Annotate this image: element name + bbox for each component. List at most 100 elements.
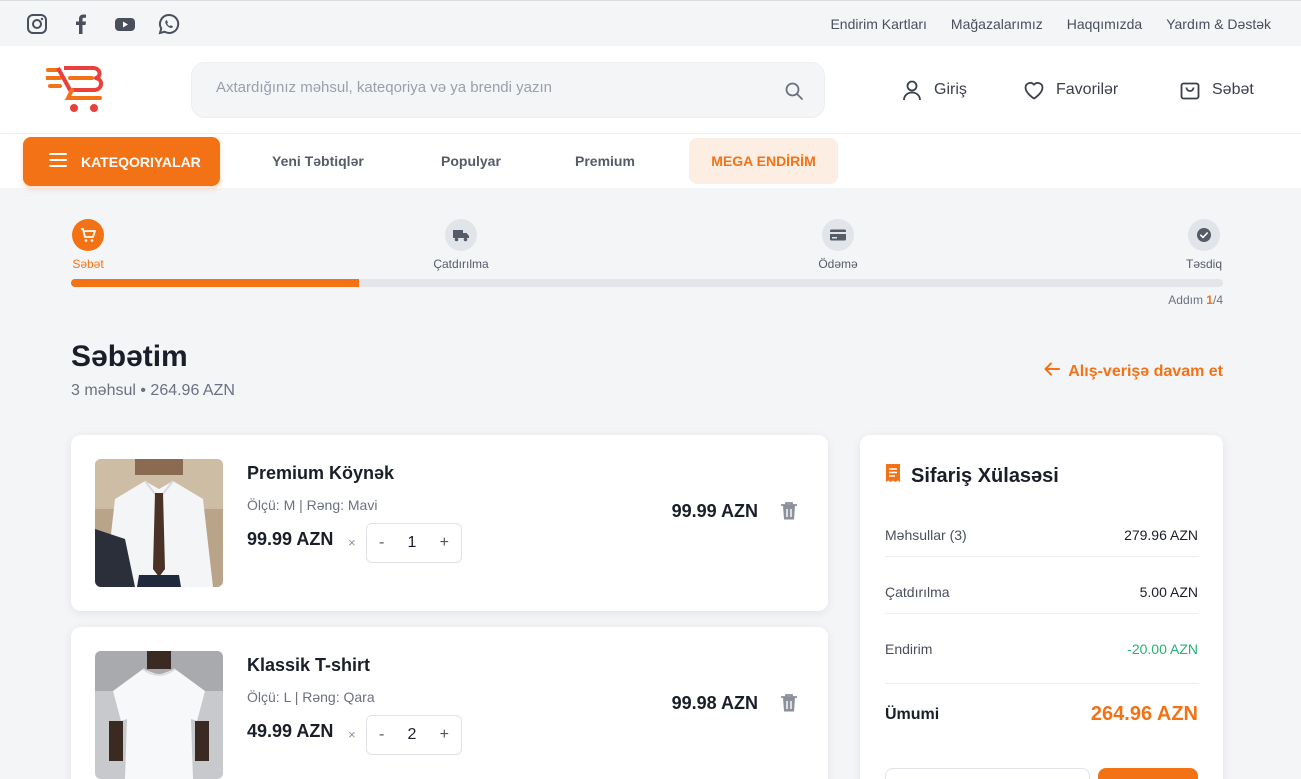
product-name[interactable]: Klassik T-shirt	[247, 655, 370, 676]
link-stores[interactable]: Mağazalarımız	[951, 16, 1043, 32]
menu-icon	[49, 153, 67, 170]
user-icon	[900, 78, 924, 102]
summary-label: Çatdırılma	[885, 584, 950, 600]
step-counter-label: Addım	[1168, 293, 1207, 307]
quantity-stepper: - 2 +	[366, 715, 462, 755]
item-total: 99.99 AZN	[671, 501, 758, 521]
summary-value: -20.00 AZN	[1127, 641, 1198, 657]
nav-new-arrivals[interactable]: Yeni Təbtiqlər	[272, 153, 364, 169]
favorites-label: Favorilər	[1056, 81, 1119, 98]
search-input[interactable]	[216, 79, 756, 96]
cart-label: Səbət	[1212, 81, 1254, 98]
header: Giriş Favorilər Səbət	[0, 46, 1301, 134]
step-counter-total: /4	[1212, 293, 1223, 307]
main-nav: KATEQORIYALAR Yeni Təbtiqlər Populyar Pr…	[0, 134, 1301, 188]
quantity-value[interactable]: 1	[408, 534, 417, 552]
cart-item: Klassik T-shirt Ölçü: L | Rəng: Qara 49.…	[71, 627, 828, 779]
receipt-icon	[885, 463, 901, 489]
decrease-button[interactable]: -	[379, 534, 384, 552]
continue-label: Alış-verişə davam et	[1068, 362, 1223, 380]
youtube-icon[interactable]	[114, 13, 136, 35]
logo[interactable]	[44, 64, 108, 116]
trash-icon[interactable]	[780, 693, 798, 713]
cart-subtitle: 3 məhsul • 264.96 AZN	[71, 382, 235, 399]
nav-popular[interactable]: Populyar	[441, 153, 501, 169]
summary-row-products: Məhsullar (3) 279.96 AZN	[885, 527, 1198, 543]
summary-title: Sifariş Xülasəsi	[885, 463, 1059, 489]
progress-fill	[71, 279, 359, 287]
product-image-tshirt[interactable]	[95, 651, 223, 779]
divider	[885, 683, 1198, 684]
step-counter: Addım 1/4	[1168, 293, 1223, 307]
product-name[interactable]: Premium Köynək	[247, 463, 394, 484]
whatsapp-icon[interactable]	[158, 13, 180, 35]
top-bar: Endirim Kartları Mağazalarımız Haqqımızd…	[0, 0, 1301, 46]
quantity-value[interactable]: 2	[408, 726, 417, 744]
product-image-shirt[interactable]	[95, 459, 223, 587]
truck-icon	[445, 219, 477, 251]
nav-premium[interactable]: Premium	[575, 153, 635, 169]
trash-icon[interactable]	[780, 501, 798, 521]
step-label: Səbət	[72, 257, 104, 271]
instagram-icon[interactable]	[26, 13, 48, 35]
promo-code-input[interactable]	[885, 768, 1090, 779]
checkout-button[interactable]	[1098, 768, 1198, 779]
product-meta: Ölçü: M | Rəng: Mavi	[247, 497, 378, 513]
cart-button[interactable]: Səbət	[1178, 78, 1254, 102]
page-title: Səbətim	[71, 340, 188, 373]
summary-row-discount: Endirim -20.00 AZN	[885, 641, 1198, 657]
divider	[885, 556, 1198, 557]
total-value: 264.96 AZN	[1090, 703, 1198, 725]
facebook-icon[interactable]	[70, 13, 92, 35]
continue-shopping-link[interactable]: Alış-verişə davam et	[1044, 362, 1223, 381]
product-meta: Ölçü: L | Rəng: Qara	[247, 689, 375, 705]
heart-icon	[1022, 78, 1046, 102]
search-box	[191, 62, 825, 118]
summary-row-total: Ümumi 264.96 AZN	[885, 703, 1198, 726]
favorites-button[interactable]: Favorilər	[1022, 78, 1118, 102]
cart-item: Premium Köynək Ölçü: M | Rəng: Mavi 99.9…	[71, 435, 828, 611]
increase-button[interactable]: +	[440, 726, 449, 744]
step-label: Təsdiq	[1185, 257, 1223, 271]
arrow-left-icon	[1044, 362, 1061, 381]
link-discount-cards[interactable]: Endirim Kartları	[830, 16, 926, 32]
credit-card-icon	[822, 219, 854, 251]
step-label: Çatdırılma	[433, 257, 489, 271]
progress-bar	[71, 279, 1223, 287]
product-price: 99.99 AZN	[247, 529, 334, 549]
summary-row-delivery: Çatdırılma 5.00 AZN	[885, 584, 1198, 600]
times-sign: ×	[348, 727, 356, 742]
order-summary: Sifariş Xülasəsi Məhsullar (3) 279.96 AZ…	[860, 435, 1223, 779]
item-total: 99.98 AZN	[671, 693, 758, 713]
total-label: Ümumi	[885, 705, 940, 723]
increase-button[interactable]: +	[440, 534, 449, 552]
step-delivery: Çatdırılma	[421, 219, 501, 271]
nav-mega-sale[interactable]: MEGA ENDİRİM	[689, 138, 838, 184]
search-icon[interactable]	[784, 81, 804, 101]
step-label: Ödəmə	[818, 257, 858, 271]
step-payment: Ödəmə	[808, 219, 868, 271]
quantity-stepper: - 1 +	[366, 523, 462, 563]
product-price: 49.99 AZN	[247, 721, 334, 741]
divider	[885, 613, 1198, 614]
step-cart: Səbət	[63, 219, 113, 271]
summary-value: 5.00 AZN	[1139, 584, 1198, 600]
decrease-button[interactable]: -	[379, 726, 384, 744]
step-confirm: Təsdiq	[1181, 219, 1227, 271]
step-counter-current: 1	[1206, 293, 1213, 307]
summary-value: 279.96 AZN	[1124, 527, 1198, 543]
social-links	[26, 13, 180, 35]
categories-label: KATEQORIYALAR	[81, 153, 201, 170]
cart-icon	[72, 219, 104, 251]
categories-button[interactable]: KATEQORIYALAR	[23, 137, 220, 186]
link-help[interactable]: Yardım & Dəstək	[1166, 16, 1271, 32]
summary-label: Endirim	[885, 641, 933, 657]
login-label: Giriş	[934, 81, 967, 98]
check-circle-icon	[1188, 219, 1220, 251]
top-links: Endirim Kartları Mağazalarımız Haqqımızd…	[830, 16, 1271, 32]
summary-title-label: Sifariş Xülasəsi	[911, 464, 1059, 487]
summary-label: Məhsullar (3)	[885, 527, 967, 543]
link-about[interactable]: Haqqımızda	[1067, 16, 1142, 32]
login-button[interactable]: Giriş	[900, 78, 967, 102]
times-sign: ×	[348, 535, 356, 550]
